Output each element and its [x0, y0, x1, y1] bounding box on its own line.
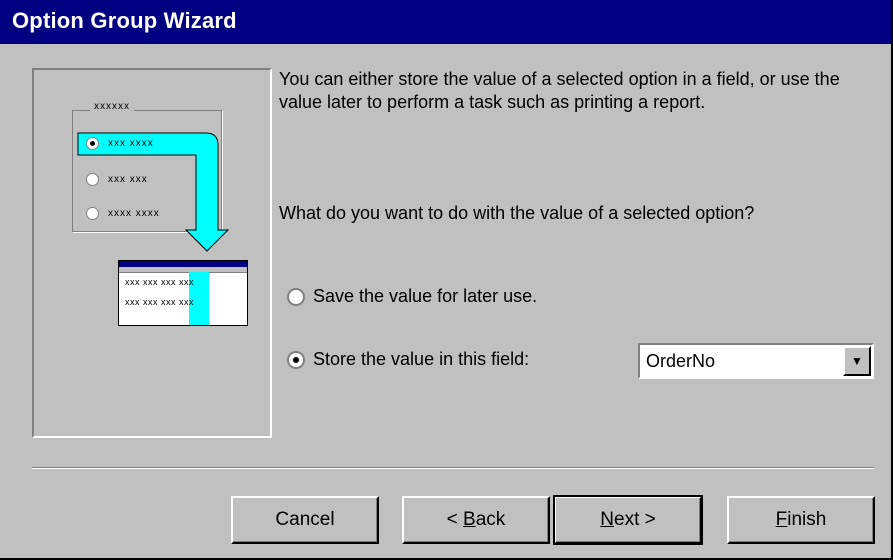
radio-selected-icon[interactable]: [287, 350, 305, 369]
preview-panel: xxxxxx xxx xxxx xxx xxx xxxx xxxx xxx xx…: [32, 68, 272, 438]
preview-table-row: xxx xxx xxx xxx: [125, 297, 194, 307]
option-group-wizard-dialog: Option Group Wizard xxxxxx xxx xxxx xxx …: [0, 0, 893, 560]
option-store-in-field[interactable]: Store the value in this field:: [287, 349, 529, 370]
field-combo-value: OrderNo: [646, 351, 716, 371]
preview-table: xxx xxx xxx xxx xxx xxx xxx xxx: [118, 260, 248, 326]
title-bar: Option Group Wizard: [0, 0, 891, 44]
cancel-button[interactable]: Cancel: [231, 496, 379, 544]
preview-option-3: xxxx xxxx: [86, 207, 160, 220]
window-title: Option Group Wizard: [12, 8, 237, 33]
dropdown-arrow-icon[interactable]: ▼: [843, 346, 871, 376]
option-save-for-later[interactable]: Save the value for later use.: [287, 286, 537, 307]
preview-option-1: xxx xxxx: [86, 137, 154, 150]
preview-radio-icon: [86, 207, 99, 220]
preview-table-row: xxx xxx xxx xxx: [125, 277, 194, 287]
preview-option-2: xxx xxx: [86, 173, 148, 186]
preview-radio-icon: [86, 173, 99, 186]
description-text: You can either store the value of a sele…: [279, 69, 840, 112]
question-text: What do you want to do with the value of…: [279, 203, 755, 223]
radio-icon[interactable]: [287, 287, 305, 306]
next-button[interactable]: Next >: [553, 495, 703, 545]
finish-button[interactable]: Finish: [727, 496, 875, 544]
field-combo-box[interactable]: OrderNo ▼: [638, 343, 874, 379]
preview-radio-icon: [86, 137, 99, 150]
preview-arrow-graphic: [77, 132, 230, 252]
separator: [32, 467, 874, 469]
back-button[interactable]: < Back: [402, 496, 550, 544]
